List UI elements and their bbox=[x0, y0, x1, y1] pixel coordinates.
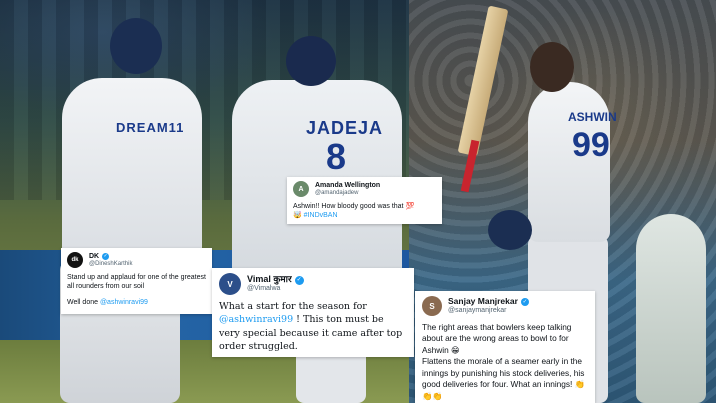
verified-badge-icon: ✓ bbox=[294, 275, 304, 285]
tweet-header: S Sanjay Manjrekar ✓ @sanjaymanjrekar bbox=[422, 296, 588, 316]
user-handle[interactable]: @amandajadew bbox=[315, 190, 380, 197]
verified-badge-icon: ✓ bbox=[520, 298, 529, 307]
avatar[interactable]: V bbox=[219, 273, 241, 295]
bangladesh-fielder bbox=[636, 214, 706, 403]
jersey-number-jadeja: 8 bbox=[326, 136, 347, 177]
tweet-text: The right areas that bowlers keep talkin… bbox=[422, 322, 588, 402]
player-ashwin-helmet bbox=[110, 18, 162, 74]
jersey-sponsor-text: DREAM11 bbox=[116, 120, 185, 135]
display-name-row: Vimal कुमार ✓ bbox=[247, 274, 304, 285]
verified-badge-icon: ✓ bbox=[102, 253, 110, 261]
avatar[interactable]: S bbox=[422, 296, 442, 316]
tweet-author: DK ✓ @DineshKarthik bbox=[89, 253, 132, 267]
player-ashwin-body bbox=[62, 78, 202, 268]
helmet-in-hand bbox=[488, 210, 532, 250]
tweet-card-vimal[interactable]: V Vimal कुमार ✓ @Vimalwa What a start fo… bbox=[212, 268, 414, 357]
tweet-text-line: Ashwin!! How bloody good was that 💯 bbox=[293, 203, 415, 210]
tweet-card-sanjay[interactable]: S Sanjay Manjrekar ✓ @sanjaymanjrekar Th… bbox=[415, 291, 595, 403]
avatar[interactable]: dk bbox=[67, 252, 83, 268]
display-name-row: Sanjay Manjrekar ✓ bbox=[448, 297, 529, 306]
tweet-author: Vimal कुमार ✓ @Vimalwa bbox=[247, 274, 304, 293]
tweet-author: Sanjay Manjrekar ✓ @sanjaymanjrekar bbox=[448, 297, 529, 314]
player-jadeja-cap bbox=[286, 36, 336, 86]
tweet-card-amanda[interactable]: A Amanda Wellington @amandajadew Ashwin!… bbox=[287, 177, 442, 224]
tweet-header: V Vimal कुमार ✓ @Vimalwa bbox=[219, 273, 407, 295]
display-name[interactable]: DK bbox=[89, 253, 99, 261]
tweet-text: What a start for the season for @ashwinr… bbox=[219, 300, 407, 353]
display-name[interactable]: Amanda Wellington bbox=[315, 182, 380, 190]
tweet-text: Ashwin!! How bloody good was that 💯 🤯 #I… bbox=[293, 202, 436, 221]
mention-link[interactable]: @ashwinravi99 bbox=[100, 299, 148, 306]
tweet-paragraph: Flattens the morale of a seamer early in… bbox=[422, 356, 585, 401]
tweet-text-fragment: Well done bbox=[67, 298, 100, 306]
tweet-header: A Amanda Wellington @amandajadew bbox=[293, 181, 436, 197]
hashtag-link[interactable]: #INDvBAN bbox=[304, 212, 338, 219]
tweet-text-line: Well done @ashwinravi99 bbox=[67, 298, 206, 307]
mention-link[interactable]: @ashwinravi99 bbox=[219, 314, 293, 325]
tweet-paragraph: The right areas that bowlers keep talkin… bbox=[422, 322, 572, 355]
display-name-row: DK ✓ bbox=[89, 253, 132, 261]
user-handle[interactable]: @DineshKarthik bbox=[89, 261, 132, 268]
user-handle[interactable]: @Vimalwa bbox=[247, 285, 304, 293]
jersey-number-ashwin: 99 bbox=[572, 126, 610, 164]
tweet-author: Amanda Wellington @amandajadew bbox=[315, 182, 380, 196]
jersey-name-ashwin: ASHWIN bbox=[568, 110, 617, 124]
display-name[interactable]: Vimal कुमार bbox=[247, 274, 292, 285]
tweet-header: dk DK ✓ @DineshKarthik bbox=[67, 252, 206, 268]
tweet-text-fragment: What a start for the season for bbox=[219, 301, 367, 312]
player-ashwin-right-head bbox=[530, 42, 574, 92]
tweet-text-line: 🤯 #INDvBAN bbox=[293, 211, 436, 220]
avatar[interactable]: A bbox=[293, 181, 309, 197]
tweet-card-dk[interactable]: dk DK ✓ @DineshKarthik Stand up and appl… bbox=[61, 248, 212, 314]
tweet-text-line: Stand up and applaud for one of the grea… bbox=[67, 274, 206, 291]
tweet-text: Stand up and applaud for one of the grea… bbox=[67, 273, 206, 307]
mind-blown-emoji: 🤯 bbox=[293, 211, 302, 220]
display-name[interactable]: Sanjay Manjrekar bbox=[448, 297, 518, 307]
user-handle[interactable]: @sanjaymanjrekar bbox=[448, 307, 529, 315]
